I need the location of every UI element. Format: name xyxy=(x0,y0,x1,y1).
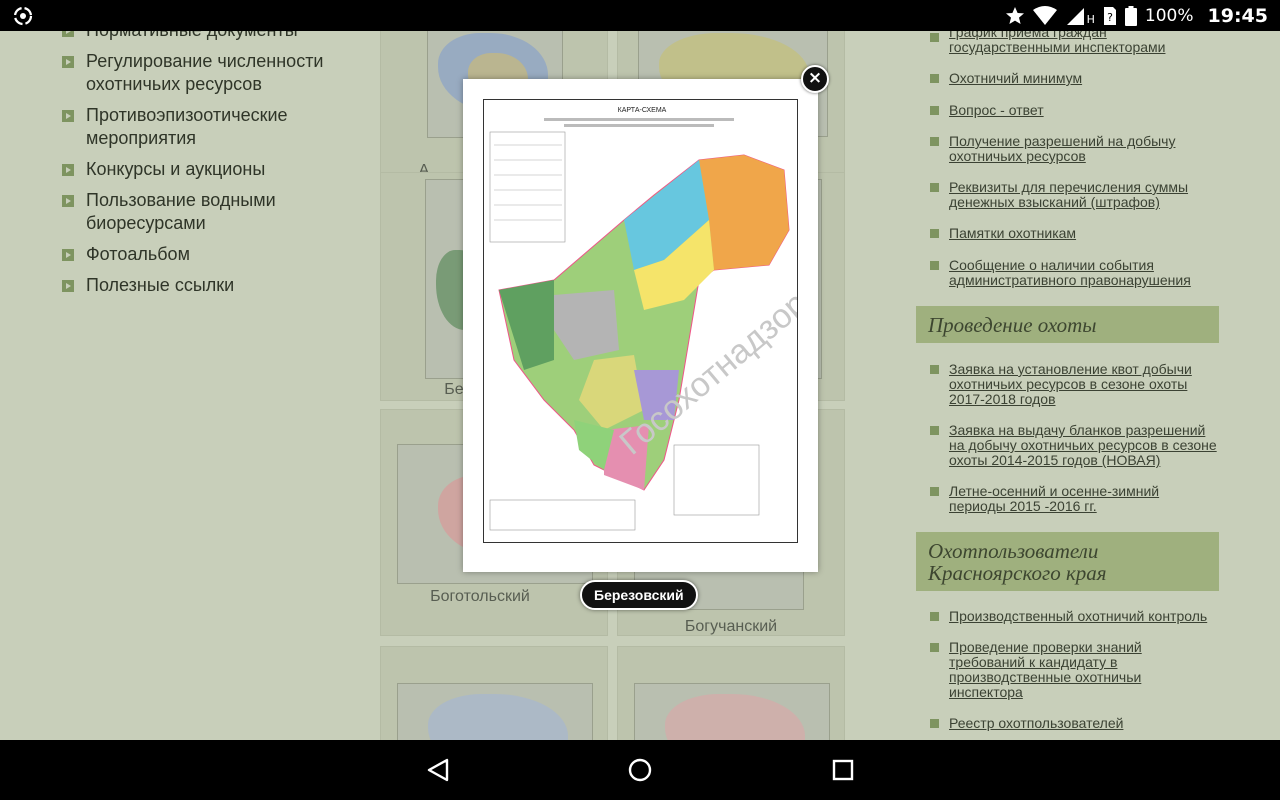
home-icon[interactable] xyxy=(622,752,658,788)
map-thumbnail xyxy=(397,683,593,740)
play-bullet-icon xyxy=(62,31,74,37)
map-thumbnail xyxy=(634,683,830,740)
section-header-hunt-users: Охотпользователи Красноярского края xyxy=(916,532,1219,591)
battery-icon xyxy=(1124,5,1137,26)
nav-item-antiepizootic[interactable]: Противоэпизоотические мероприятия xyxy=(62,104,362,150)
status-bar: H ? 100% 19:45 xyxy=(0,0,1280,31)
wifi-icon xyxy=(1032,5,1057,25)
play-bullet-icon xyxy=(62,195,74,207)
map-legend-right xyxy=(673,444,760,516)
link-registry[interactable]: Реестр охотпользователей xyxy=(949,716,1219,731)
image-lightbox: КАРТА-СХЕМА Госохотнадзор 24 xyxy=(463,79,818,572)
nav-item-useful-links[interactable]: Полезные ссылки xyxy=(62,274,362,297)
square-bullet-icon xyxy=(930,229,939,238)
link-quota-request[interactable]: Заявка на установление квот добычи охотн… xyxy=(949,362,1219,407)
square-bullet-icon xyxy=(930,106,939,115)
square-bullet-icon xyxy=(930,643,939,652)
network-type-label: H xyxy=(1086,13,1095,26)
back-icon[interactable] xyxy=(420,752,456,788)
signal-icon xyxy=(1066,7,1084,25)
square-bullet-icon xyxy=(930,261,939,270)
app-logo-icon xyxy=(13,6,33,26)
sim-unknown-icon: ? xyxy=(1103,6,1116,25)
battery-percent: 100% xyxy=(1144,5,1194,26)
play-bullet-icon xyxy=(62,56,74,68)
map-title: КАРТА-СХЕМА xyxy=(618,107,667,114)
link-hunting-minimum[interactable]: Охотничий минимум xyxy=(949,71,1219,86)
map-legend-left xyxy=(489,131,566,243)
link-production-control[interactable]: Производственный охотничий контроль xyxy=(949,609,1219,624)
map-scheme-image[interactable]: КАРТА-СХЕМА Госохотнадзор 24 xyxy=(483,99,798,543)
square-bullet-icon xyxy=(930,719,939,728)
link-blank-request[interactable]: Заявка на выдачу бланков разрешений на д… xyxy=(949,423,1219,468)
link-seasons-2015-2016[interactable]: Летне-осенний и осенне-зимний периоды 20… xyxy=(949,484,1219,514)
tile-caption-boguchansky: Богучанский xyxy=(684,618,778,635)
square-bullet-icon xyxy=(930,487,939,496)
link-hunter-memos[interactable]: Памятки охотникам xyxy=(949,226,1219,241)
square-bullet-icon xyxy=(930,137,939,146)
nav-item-normative-docs[interactable]: Нормативные документы xyxy=(62,31,362,42)
nav-item-water-bioresources[interactable]: Пользование водными биоресурсами xyxy=(62,189,362,235)
recents-icon[interactable] xyxy=(825,752,861,788)
tile-caption-bogotolsky: Боготольский xyxy=(430,588,530,605)
square-bullet-icon xyxy=(930,426,939,435)
play-bullet-icon xyxy=(62,249,74,261)
link-faq[interactable]: Вопрос - ответ xyxy=(949,103,1219,118)
square-bullet-icon xyxy=(930,183,939,192)
gallery-tile[interactable] xyxy=(380,646,608,740)
svg-text:?: ? xyxy=(1107,11,1113,24)
nav-item-regulation[interactable]: Регулирование численности охотничьих рес… xyxy=(62,50,362,96)
square-bullet-icon xyxy=(930,365,939,374)
square-bullet-icon xyxy=(930,33,939,42)
map-legend-bottom xyxy=(489,499,636,531)
close-lightbox-button[interactable]: × xyxy=(801,65,829,93)
map-scheme-svg: КАРТА-СХЕМА Госохотнадзор 24 xyxy=(489,107,797,531)
square-bullet-icon xyxy=(930,74,939,83)
section-header-hunting: Проведение охоты xyxy=(916,306,1219,343)
star-icon xyxy=(1005,6,1024,24)
link-knowledge-check[interactable]: Проведение проверки знаний требований к … xyxy=(949,640,1219,700)
square-bullet-icon xyxy=(930,612,939,621)
android-nav-bar xyxy=(0,740,1280,800)
gallery-tile[interactable] xyxy=(617,646,845,740)
link-permits[interactable]: Получение разрешений на добычу охотничьи… xyxy=(949,134,1219,164)
nav-item-photo-album[interactable]: Фотоальбом xyxy=(62,243,362,266)
link-offense-report[interactable]: Сообщение о наличии события администрати… xyxy=(949,258,1219,288)
image-caption: Березовский xyxy=(580,580,698,610)
clock: 19:45 xyxy=(1207,4,1268,27)
play-bullet-icon xyxy=(62,164,74,176)
play-bullet-icon xyxy=(62,110,74,122)
play-bullet-icon xyxy=(62,280,74,292)
link-reception-schedule[interactable]: График приема граждан государственными и… xyxy=(949,31,1219,55)
link-fine-requisites[interactable]: Реквизиты для перечисления суммы денежны… xyxy=(949,180,1219,210)
